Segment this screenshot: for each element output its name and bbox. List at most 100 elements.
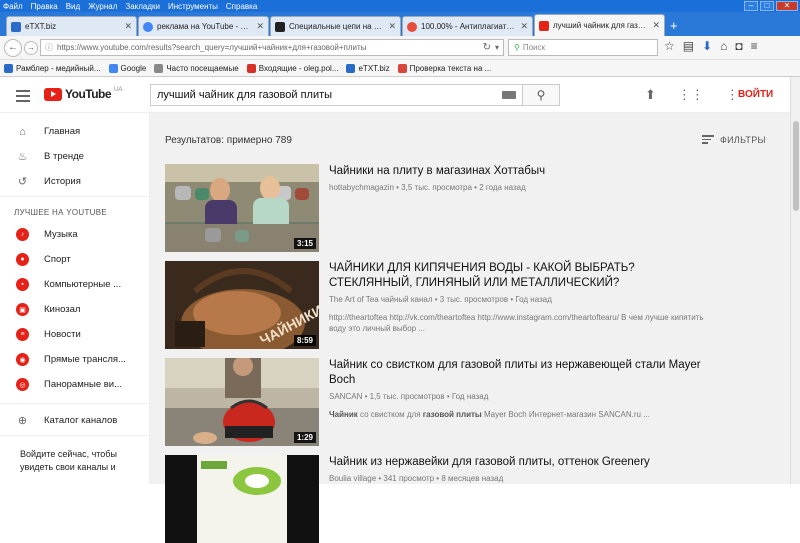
search-button[interactable]: ⚲	[522, 84, 560, 106]
address-bar[interactable]: ⓘ https://www.youtube.com/results?search…	[40, 39, 504, 56]
video-info: Чайник из нержавейки для газовой плиты, …	[329, 455, 709, 483]
add-circle-icon: ⊕	[17, 415, 28, 427]
signin-prompt: Войдите сейчас, чтобы увидеть свои канал…	[20, 449, 117, 472]
sidebar-item-live[interactable]: ◉ Прямые трансля...	[0, 347, 149, 372]
home-button-icon[interactable]: ⌂	[720, 39, 727, 53]
menu-view[interactable]: Вид	[66, 2, 80, 11]
keyboard-icon[interactable]	[502, 91, 516, 99]
browser-search-placeholder: Поиск	[522, 43, 546, 52]
dropdown-arrow-icon[interactable]: ▾	[495, 43, 499, 52]
bookmark-item[interactable]: eTXT.biz	[346, 63, 390, 73]
sidebar-item-gaming[interactable]: ▪ Компьютерные ...	[0, 272, 149, 297]
new-tab-icon[interactable]: +	[670, 16, 678, 36]
video-title[interactable]: ЧАЙНИКИ ДЛЯ КИПЯЧЕНИЯ ВОДЫ - КАКОЙ ВЫБРА…	[329, 261, 709, 291]
forward-arrow-icon[interactable]: →	[24, 40, 38, 55]
youtube-search-input[interactable]: лучший чайник для газовой плиты	[150, 84, 522, 106]
menu-icon[interactable]: ≡	[751, 39, 758, 53]
browser-tab[interactable]: 100.00% - Антиплагиат онл... ✕	[402, 16, 533, 36]
bookmark-item[interactable]: Часто посещаемые	[154, 63, 239, 73]
search-icon: ⚲	[536, 88, 546, 102]
sidebar-item-sport[interactable]: ● Спорт	[0, 247, 149, 272]
pocket-icon[interactable]: ◘	[735, 39, 742, 53]
sidebar-item-music[interactable]: ♪ Музыка	[0, 222, 149, 247]
sidebar-item-360[interactable]: ◎ Панорамные ви...	[0, 372, 149, 397]
page-scrollbar[interactable]	[790, 77, 800, 484]
live-icon: ◉	[16, 353, 29, 366]
sidebar-item-history[interactable]: ↺ История	[0, 169, 149, 194]
reload-icon[interactable]: ↻	[483, 42, 491, 53]
upload-icon[interactable]: ⬆	[645, 87, 656, 103]
clipboard-icon[interactable]: ▤	[683, 39, 694, 53]
search-query[interactable]: лучший чайник для газовой плиты	[157, 89, 502, 101]
maximize-button[interactable]: □	[760, 1, 774, 11]
bookmark-label: Часто посещаемые	[166, 63, 239, 73]
bookmark-item[interactable]: Проверка текста на ...	[397, 63, 491, 73]
video-title[interactable]: Чайники на плиту в магазинах Хоттабыч	[329, 164, 709, 179]
sidebar-item-movies[interactable]: ▣ Кинозал	[0, 297, 149, 322]
info-icon[interactable]: ⓘ	[45, 42, 53, 53]
browser-search-input[interactable]: ⚲ Поиск	[508, 39, 658, 56]
google-icon	[108, 63, 118, 73]
menu-bookmarks[interactable]: Закладки	[125, 2, 160, 11]
close-tab-icon[interactable]: ✕	[388, 21, 396, 32]
scrollbar-thumb[interactable]	[793, 121, 799, 211]
bookmark-label: Рамблер - медийный...	[16, 63, 101, 73]
video-thumbnail[interactable]: 1:29	[165, 358, 319, 446]
text-check-icon	[397, 63, 407, 73]
channel-name[interactable]: SANCAN	[329, 392, 362, 401]
channel-name[interactable]: hottabychmagazin	[329, 183, 394, 192]
url-text[interactable]: https://www.youtube.com/results?search_q…	[57, 43, 479, 52]
tab-title: реклама на YouTube - Поиск...	[157, 22, 252, 31]
desc-text: со свистком для	[357, 410, 423, 419]
more-options-icon[interactable]: ⋮	[726, 87, 739, 103]
youtube-play-icon	[44, 87, 62, 101]
channel-name[interactable]: The Art of Tea чайный канал	[329, 295, 433, 304]
sidebar-item-news[interactable]: ≡ Новости	[0, 322, 149, 347]
youtube-logo-text: YouTube	[65, 87, 112, 101]
bookmark-item[interactable]: Рамблер - медийный...	[4, 63, 101, 73]
hamburger-menu-icon[interactable]	[16, 90, 30, 105]
video-title[interactable]: Чайник со свистком для газовой плиты из …	[329, 358, 709, 388]
menu-tools[interactable]: Инструменты	[168, 2, 218, 11]
close-tab-icon[interactable]: ✕	[652, 20, 660, 31]
tab-title: лучший чайник для газовой...	[553, 21, 648, 30]
browser-tab[interactable]: реклама на YouTube - Поиск... ✕	[138, 16, 269, 36]
bookmark-star-icon[interactable]: ☆	[664, 39, 675, 53]
apps-grid-icon[interactable]: ⋮⋮	[678, 87, 704, 103]
film-icon: ▣	[16, 303, 29, 316]
menu-edit[interactable]: Правка	[31, 2, 58, 11]
video-thumbnail[interactable]: ЧАЙНИКИ 8:59	[165, 261, 319, 349]
filters-button[interactable]: ФИЛЬТРЫ	[702, 135, 766, 146]
youtube-favicon-icon	[539, 20, 549, 31]
sidebar-item-trending[interactable]: ♨ В тренде	[0, 144, 149, 169]
close-tab-icon[interactable]: ✕	[124, 21, 132, 32]
video-meta: Boulia village • 341 просмотр • 8 месяце…	[329, 474, 709, 483]
video-result: 1:29 Чайник со свистком для газовой плит…	[165, 358, 701, 446]
history-icon: ↺	[17, 176, 28, 188]
sidebar-item-catalog[interactable]: ⊕ Каталог каналов	[0, 408, 149, 433]
menu-file[interactable]: Файл	[3, 2, 23, 11]
youtube-logo[interactable]: YouTube UA	[44, 87, 122, 101]
video-duration: 1:29	[293, 432, 316, 443]
sidebar-item-home[interactable]: ⌂ Главная	[0, 119, 149, 144]
back-arrow-icon[interactable]: ←	[4, 38, 22, 57]
video-thumbnail[interactable]: 3:15	[165, 164, 319, 252]
video-title[interactable]: Чайник из нержавейки для газовой плиты, …	[329, 455, 709, 470]
close-window-button[interactable]: ✕	[776, 1, 798, 11]
browser-tab-active[interactable]: лучший чайник для газовой... ✕	[534, 14, 665, 36]
bookmark-item[interactable]: Входящие - oleg.pol...	[246, 63, 338, 73]
channel-name[interactable]: Boulia village	[329, 474, 376, 483]
login-button[interactable]: ВОЙТИ	[738, 89, 773, 100]
bookmark-item[interactable]: Google	[108, 63, 146, 73]
site-favicon-icon	[275, 21, 285, 32]
menu-history[interactable]: Журнал	[88, 2, 117, 11]
search-engine-icon[interactable]: ⚲	[514, 43, 520, 52]
browser-tab[interactable]: eTXT.biz ✕	[6, 16, 137, 36]
download-icon[interactable]: ⬇	[702, 39, 712, 53]
video-thumbnail[interactable]	[165, 455, 319, 543]
browser-tab[interactable]: Специальные цепи на базе ... ✕	[270, 16, 401, 36]
close-tab-icon[interactable]: ✕	[256, 21, 264, 32]
close-tab-icon[interactable]: ✕	[520, 21, 528, 32]
minimize-button[interactable]: –	[744, 1, 758, 11]
menu-help[interactable]: Справка	[226, 2, 257, 11]
